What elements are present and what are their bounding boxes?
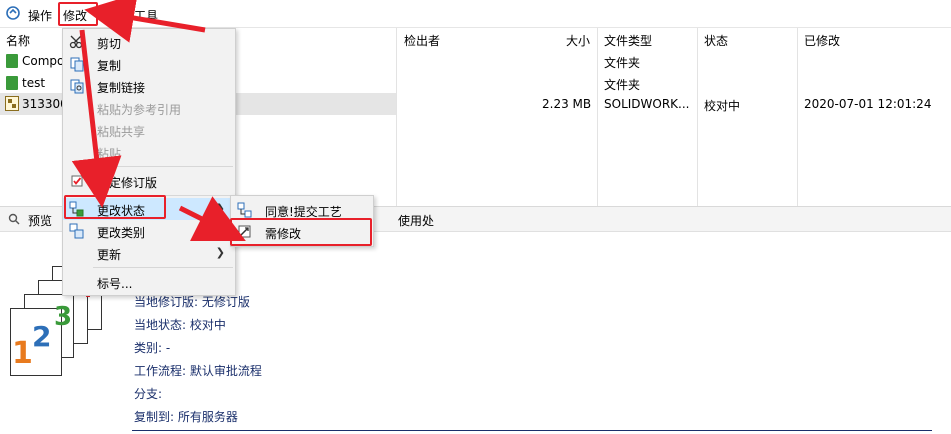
annotation-arrows <box>71 0 246 241</box>
arrow-to-change-state <box>71 29 122 208</box>
arrow-to-needs-revision <box>178 196 246 241</box>
arrow-to-modify-menu <box>84 0 206 43</box>
